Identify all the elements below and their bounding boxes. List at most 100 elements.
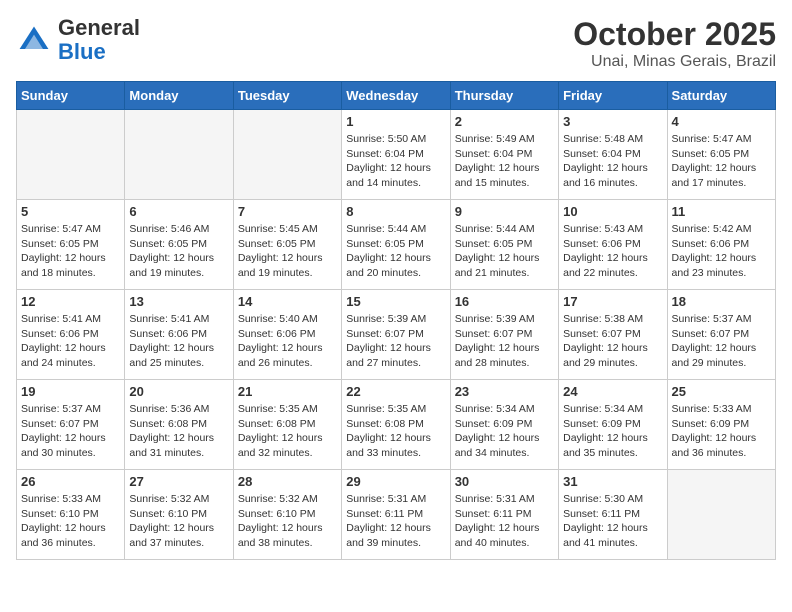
day-info: Sunrise: 5:31 AMSunset: 6:11 PMDaylight:… — [455, 492, 554, 551]
calendar-cell: 19 Sunrise: 5:37 AMSunset: 6:07 PMDayligh… — [17, 380, 125, 470]
day-number: 1 — [346, 114, 445, 129]
week-row-3: 12 Sunrise: 5:41 AMSunset: 6:06 PMDayligh… — [17, 290, 776, 380]
calendar-cell: 21 Sunrise: 5:35 AMSunset: 6:08 PMDayligh… — [233, 380, 341, 470]
day-number: 3 — [563, 114, 662, 129]
calendar-cell: 10 Sunrise: 5:43 AMSunset: 6:06 PMDayligh… — [559, 200, 667, 290]
day-info: Sunrise: 5:36 AMSunset: 6:08 PMDaylight:… — [129, 402, 228, 461]
logo-icon — [16, 22, 52, 58]
day-info: Sunrise: 5:45 AMSunset: 6:05 PMDaylight:… — [238, 222, 337, 281]
day-info: Sunrise: 5:39 AMSunset: 6:07 PMDaylight:… — [346, 312, 445, 371]
day-info: Sunrise: 5:47 AMSunset: 6:05 PMDaylight:… — [672, 132, 771, 191]
calendar-cell — [233, 110, 341, 200]
day-number: 23 — [455, 384, 554, 399]
day-info: Sunrise: 5:33 AMSunset: 6:09 PMDaylight:… — [672, 402, 771, 461]
calendar-cell: 2 Sunrise: 5:49 AMSunset: 6:04 PMDaylight… — [450, 110, 558, 200]
day-number: 31 — [563, 474, 662, 489]
day-info: Sunrise: 5:47 AMSunset: 6:05 PMDaylight:… — [21, 222, 120, 281]
day-number: 8 — [346, 204, 445, 219]
calendar-cell: 13 Sunrise: 5:41 AMSunset: 6:06 PMDayligh… — [125, 290, 233, 380]
logo-text: General Blue — [58, 16, 140, 64]
day-info: Sunrise: 5:35 AMSunset: 6:08 PMDaylight:… — [346, 402, 445, 461]
day-number: 25 — [672, 384, 771, 399]
week-row-2: 5 Sunrise: 5:47 AMSunset: 6:05 PMDaylight… — [17, 200, 776, 290]
day-info: Sunrise: 5:33 AMSunset: 6:10 PMDaylight:… — [21, 492, 120, 551]
day-number: 26 — [21, 474, 120, 489]
calendar-cell: 17Sunrise: 5:38 AMSunset: 6:07 PMDayligh… — [559, 290, 667, 380]
day-number: 10 — [563, 204, 662, 219]
header: General Blue October 2025 Unai, Minas Ge… — [16, 16, 776, 71]
calendar-cell: 8 Sunrise: 5:44 AMSunset: 6:05 PMDaylight… — [342, 200, 450, 290]
day-info: Sunrise: 5:34 AMSunset: 6:09 PMDaylight:… — [455, 402, 554, 461]
calendar-cell: 31 Sunrise: 5:30 AMSunset: 6:11 PMDayligh… — [559, 470, 667, 560]
day-number: 9 — [455, 204, 554, 219]
week-row-4: 19 Sunrise: 5:37 AMSunset: 6:07 PMDayligh… — [17, 380, 776, 470]
day-info: Sunrise: 5:42 AMSunset: 6:06 PMDaylight:… — [672, 222, 771, 281]
day-number: 2 — [455, 114, 554, 129]
calendar-cell: 27 Sunrise: 5:32 AMSunset: 6:10 PMDayligh… — [125, 470, 233, 560]
day-info: Sunrise: 5:46 AMSunset: 6:05 PMDaylight:… — [129, 222, 228, 281]
calendar-cell: 30Sunrise: 5:31 AMSunset: 6:11 PMDayligh… — [450, 470, 558, 560]
day-number: 29 — [346, 474, 445, 489]
header-saturday: Saturday — [667, 82, 775, 110]
calendar-cell — [125, 110, 233, 200]
calendar-cell: 20 Sunrise: 5:36 AMSunset: 6:08 PMDayligh… — [125, 380, 233, 470]
day-info: Sunrise: 5:44 AMSunset: 6:05 PMDaylight:… — [346, 222, 445, 281]
calendar-cell — [17, 110, 125, 200]
day-info: Sunrise: 5:32 AMSunset: 6:10 PMDaylight:… — [238, 492, 337, 551]
calendar-cell: 1 Sunrise: 5:50 AMSunset: 6:04 PMDaylight… — [342, 110, 450, 200]
day-number: 28 — [238, 474, 337, 489]
day-number: 21 — [238, 384, 337, 399]
calendar-cell: 22 Sunrise: 5:35 AMSunset: 6:08 PMDayligh… — [342, 380, 450, 470]
calendar-cell: 23 Sunrise: 5:34 AMSunset: 6:09 PMDayligh… — [450, 380, 558, 470]
day-number: 15 — [346, 294, 445, 309]
calendar-cell: 9 Sunrise: 5:44 AMSunset: 6:05 PMDaylight… — [450, 200, 558, 290]
day-number: 12 — [21, 294, 120, 309]
calendar-cell: 26 Sunrise: 5:33 AMSunset: 6:10 PMDayligh… — [17, 470, 125, 560]
header-friday: Friday — [559, 82, 667, 110]
day-info: Sunrise: 5:50 AMSunset: 6:04 PMDaylight:… — [346, 132, 445, 191]
day-number: 5 — [21, 204, 120, 219]
title-area: October 2025 Unai, Minas Gerais, Brazil — [573, 16, 776, 71]
calendar-cell: 18 Sunrise: 5:37 AMSunset: 6:07 PMDayligh… — [667, 290, 775, 380]
calendar-cell: 11 Sunrise: 5:42 AMSunset: 6:06 PMDayligh… — [667, 200, 775, 290]
header-monday: Monday — [125, 82, 233, 110]
day-info: Sunrise: 5:37 AMSunset: 6:07 PMDaylight:… — [672, 312, 771, 371]
day-number: 6 — [129, 204, 228, 219]
calendar-cell: 15 Sunrise: 5:39 AMSunset: 6:07 PMDayligh… — [342, 290, 450, 380]
day-info: Sunrise: 5:30 AMSunset: 6:11 PMDaylight:… — [563, 492, 662, 551]
days-header-row: Sunday Monday Tuesday Wednesday Thursday… — [17, 82, 776, 110]
day-info: Sunrise: 5:35 AMSunset: 6:08 PMDaylight:… — [238, 402, 337, 461]
day-number: 27 — [129, 474, 228, 489]
month-title: October 2025 — [573, 16, 776, 53]
day-info: Sunrise: 5:32 AMSunset: 6:10 PMDaylight:… — [129, 492, 228, 551]
week-row-5: 26 Sunrise: 5:33 AMSunset: 6:10 PMDayligh… — [17, 470, 776, 560]
header-wednesday: Wednesday — [342, 82, 450, 110]
day-number: 4 — [672, 114, 771, 129]
day-info: Sunrise: 5:31 AMSunset: 6:11 PMDaylight:… — [346, 492, 445, 551]
calendar-cell: 5 Sunrise: 5:47 AMSunset: 6:05 PMDaylight… — [17, 200, 125, 290]
calendar-cell: 12Sunrise: 5:41 AMSunset: 6:06 PMDayligh… — [17, 290, 125, 380]
header-tuesday: Tuesday — [233, 82, 341, 110]
day-number: 19 — [21, 384, 120, 399]
calendar-cell: 14 Sunrise: 5:40 AMSunset: 6:06 PMDayligh… — [233, 290, 341, 380]
calendar-cell: 29 Sunrise: 5:31 AMSunset: 6:11 PMDayligh… — [342, 470, 450, 560]
day-number: 14 — [238, 294, 337, 309]
day-info: Sunrise: 5:44 AMSunset: 6:05 PMDaylight:… — [455, 222, 554, 281]
day-number: 11 — [672, 204, 771, 219]
day-info: Sunrise: 5:37 AMSunset: 6:07 PMDaylight:… — [21, 402, 120, 461]
logo: General Blue — [16, 16, 140, 64]
day-number: 16 — [455, 294, 554, 309]
day-info: Sunrise: 5:49 AMSunset: 6:04 PMDaylight:… — [455, 132, 554, 191]
day-number: 18 — [672, 294, 771, 309]
day-number: 20 — [129, 384, 228, 399]
header-thursday: Thursday — [450, 82, 558, 110]
day-info: Sunrise: 5:41 AMSunset: 6:06 PMDaylight:… — [129, 312, 228, 371]
calendar-cell: 7Sunrise: 5:45 AMSunset: 6:05 PMDaylight… — [233, 200, 341, 290]
calendar-cell: 16Sunrise: 5:39 AMSunset: 6:07 PMDayligh… — [450, 290, 558, 380]
day-info: Sunrise: 5:40 AMSunset: 6:06 PMDaylight:… — [238, 312, 337, 371]
location-title: Unai, Minas Gerais, Brazil — [573, 53, 776, 71]
day-info: Sunrise: 5:43 AMSunset: 6:06 PMDaylight:… — [563, 222, 662, 281]
day-number: 22 — [346, 384, 445, 399]
calendar-cell: 25 Sunrise: 5:33 AMSunset: 6:09 PMDayligh… — [667, 380, 775, 470]
day-number: 13 — [129, 294, 228, 309]
